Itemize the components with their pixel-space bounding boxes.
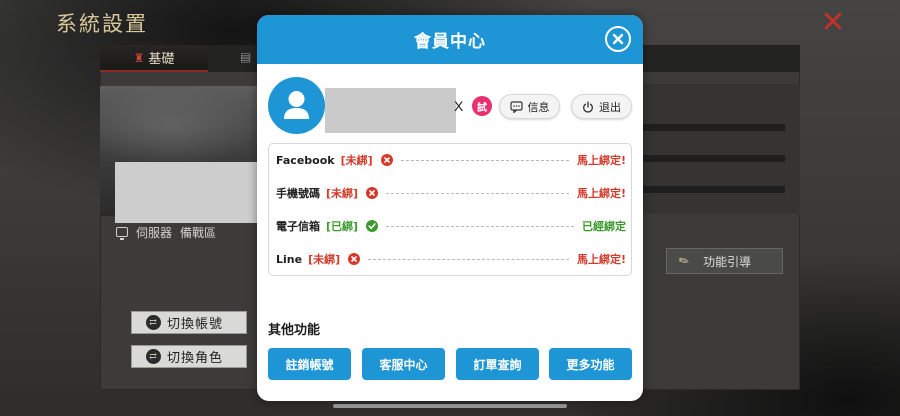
modal-header: 會員中心 [257,15,643,64]
dashed-leader [386,192,569,194]
monitor-icon [116,227,128,240]
feature-guide-label: 功能引導 [703,254,752,269]
switch-account-icon: ⇄ [146,315,161,330]
more-functions-button[interactable]: 更多功能 [549,348,632,380]
scroll-indicator [333,404,567,408]
deregister-account-button[interactable]: 註銷帳號 [268,348,351,380]
binding-name: 電子信箱 [276,220,320,233]
settings-slider[interactable] [640,186,785,193]
tab-basic-label: 基礎 [148,52,175,67]
error-circle-icon [380,154,393,166]
switch-role-icon: ⇄ [146,349,161,364]
check-circle-icon [366,220,379,232]
error-circle-icon [366,187,379,199]
binding-list: Facebook [未綁] 馬上綁定! 手機號碼 [未綁] 馬上綁定! 電子信箱 [已綁] 已經… [268,143,632,276]
settings-slider[interactable] [640,155,785,162]
feature-guide-button[interactable]: ✎ 功能引導 [666,248,783,274]
binding-name: 手機號碼 [276,187,320,200]
binding-name: Facebook [276,153,335,167]
logout-button[interactable]: 退出 [571,94,632,119]
switch-account-button[interactable]: ⇄ 切換帳號 [131,311,247,334]
order-query-button[interactable]: 訂單查詢 [456,348,539,380]
binding-row: 電子信箱 [已綁] 已經綁定 [276,217,626,235]
tower-icon: ♜ [133,50,145,65]
binding-status: [未綁] [326,187,359,200]
binding-status: [未綁] [340,154,373,167]
modal-title: 會員中心 [414,32,486,52]
binding-name: Line [276,252,303,266]
dashed-leader [400,159,569,161]
other-functions-title: 其他功能 [268,323,321,338]
switch-role-label: 切換角色 [167,351,224,366]
trial-badge: 試 [472,96,492,116]
bind-now-link[interactable]: 馬上綁定! [577,251,626,267]
bind-now-link[interactable]: 馬上綁定! [577,152,626,168]
switch-account-label: 切換帳號 [167,317,224,332]
bind-now-link[interactable]: 馬上綁定! [577,185,626,201]
binding-status: [已綁] [326,220,359,233]
avatar [268,77,325,134]
server-info: 伺服器 備戰區 [116,224,216,240]
close-icon [612,33,624,45]
binding-row: Facebook [未綁] 馬上綁定! [276,151,626,169]
right-settings-panel [640,84,800,214]
error-circle-icon [348,253,361,265]
binding-row: 手機號碼 [未綁] 馬上綁定! [276,184,626,202]
dashed-leader [386,225,574,227]
bound-label: 已經綁定 [582,220,626,233]
server-label: 伺服器 [136,225,173,240]
server-name: 備戰區 [180,225,217,240]
page-title: 系統設置 [56,12,148,36]
info-button-label: 信息 [527,100,550,114]
settings-slider[interactable] [640,124,785,131]
tab-basic[interactable]: ♜ 基礎 [100,45,208,72]
feather-icon: ✎ [676,252,692,270]
switch-role-button[interactable]: ⇄ 切換角色 [131,345,247,368]
username-redacted [325,88,456,133]
close-icon[interactable]: ✕ [818,8,848,38]
power-icon [583,100,593,113]
customer-service-button[interactable]: 客服中心 [362,348,445,380]
binding-status: [未綁] [308,253,341,266]
binding-row: Line [未綁] 馬上綁定! [276,250,626,268]
message-icon [509,100,523,113]
member-center-modal: 會員中心 X 試 信息 退出 Facebook [未綁] 馬上綁定! 手機號碼 [未綁]… [257,15,643,401]
dashed-leader [368,258,569,260]
info-button[interactable]: 信息 [499,94,560,119]
tab-icon[interactable]: ▤ [240,50,258,68]
username-suffix: X [454,98,464,114]
user-icon [284,91,309,119]
logout-button-label: 退出 [599,100,621,114]
server-image-redacted [115,162,263,223]
modal-close-button[interactable] [605,26,631,52]
